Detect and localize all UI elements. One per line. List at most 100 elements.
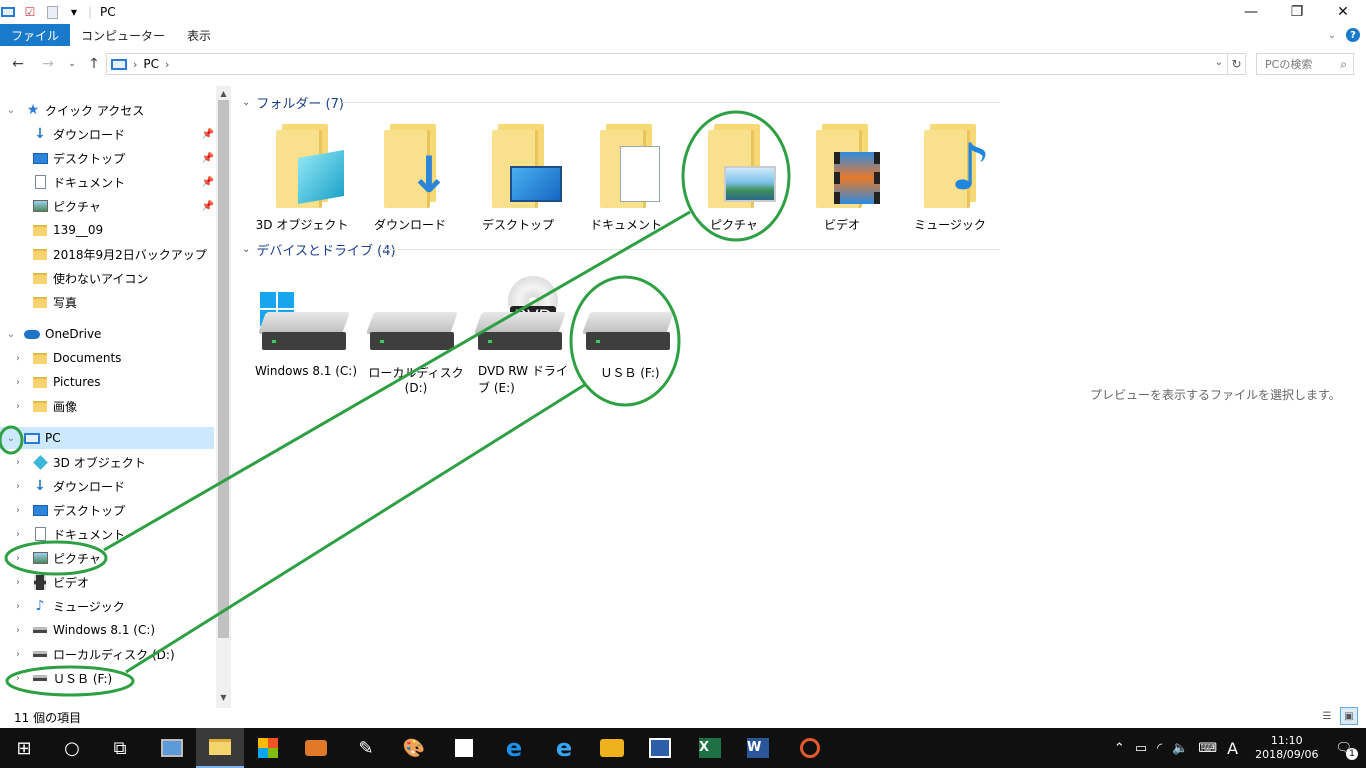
recent-locations-button[interactable]: ⌄ <box>60 52 84 76</box>
nav-pc-pictures[interactable]: › ピクチャ <box>0 547 214 569</box>
paint-palette-icon[interactable]: ✎ <box>342 728 390 768</box>
dictionary-app-icon[interactable] <box>636 728 684 768</box>
battery-icon[interactable]: ▭ <box>1135 741 1147 756</box>
store-icon[interactable] <box>244 728 292 768</box>
monitor-icon[interactable] <box>0 4 16 20</box>
cortana-search-icon[interactable]: ○ <box>48 728 96 768</box>
excel-icon[interactable]: X <box>686 728 734 768</box>
nav-pc-3d-objects[interactable]: › 3D オブジェクト <box>0 451 214 473</box>
paint-icon[interactable]: 🎨 <box>390 728 438 768</box>
media-app-icon[interactable] <box>786 728 834 768</box>
restore-button[interactable]: ❐ <box>1274 0 1320 24</box>
breadcrumb-chevron-icon[interactable]: › <box>165 58 169 71</box>
drive-tile-c[interactable]: Windows 8.1 (C:) <box>254 286 358 396</box>
large-icons-view-icon[interactable]: ▣ <box>1340 707 1358 725</box>
keyboard-icon[interactable]: ⌨ <box>1198 741 1217 756</box>
tab-computer[interactable]: コンピューター <box>70 24 176 46</box>
nav-pc-music[interactable]: › ♪ ミュージック <box>0 595 214 617</box>
nav-pc-documents[interactable]: › ドキュメント <box>0 523 214 545</box>
back-button[interactable]: ← <box>6 52 30 76</box>
picture-icon <box>32 552 48 564</box>
search-input[interactable]: PCの検索 ⌕ <box>1256 53 1354 75</box>
address-dropdown-icon[interactable]: ⌄ <box>1215 57 1223 68</box>
clock[interactable]: 11:10 2018/09/06 <box>1255 734 1318 762</box>
nav-pc[interactable]: ⌄ PC <box>0 427 214 449</box>
help-icon[interactable]: ? <box>1346 28 1360 42</box>
up-button[interactable]: ↑ <box>82 52 106 76</box>
drive-tile-d[interactable]: ローカルディスク (D:) <box>362 286 466 396</box>
expand-ribbon-icon[interactable]: ⌄ <box>1328 30 1336 41</box>
volume-mute-icon[interactable]: 🔈 <box>1172 741 1188 756</box>
breadcrumb-pc[interactable]: PC <box>143 57 159 71</box>
details-view-icon[interactable]: ☰ <box>1318 707 1336 725</box>
nav-quick-documents[interactable]: ドキュメント 📌 <box>0 171 214 193</box>
nav-pc-downloads[interactable]: › ↓ ダウンロード <box>0 475 214 497</box>
nav-quick-desktop[interactable]: デスクトップ 📌 <box>0 147 214 169</box>
folders-group-header[interactable]: ⌄ フォルダー (7) <box>242 93 344 112</box>
task-view-icon[interactable]: ⧉ <box>96 728 144 768</box>
usb-drive-icon <box>581 312 675 352</box>
drive-tile-e[interactable]: DVD DVD RW ドライブ (E:) <box>470 276 574 396</box>
pin-icon[interactable]: 📌 <box>202 129 214 140</box>
app-icon[interactable] <box>148 728 196 768</box>
document-icon <box>34 175 46 189</box>
scroll-down-icon[interactable]: ▼ <box>216 690 231 704</box>
nav-quick-downloads[interactable]: ↓ ダウンロード 📌 <box>0 123 214 145</box>
internet-explorer-icon[interactable]: e <box>540 728 588 768</box>
nav-pc-desktop[interactable]: › デスクトップ <box>0 499 214 521</box>
scroll-up-icon[interactable]: ▲ <box>216 86 231 100</box>
collapse-chevron-icon[interactable]: ⌄ <box>242 244 250 255</box>
sticky-notes-icon[interactable] <box>440 728 488 768</box>
properties-icon[interactable]: ☑ <box>22 4 38 20</box>
tab-view[interactable]: 表示 <box>176 24 222 46</box>
address-bar[interactable]: › PC › ⌄ <box>106 53 1228 75</box>
nav-scroll-thumb[interactable] <box>218 100 229 638</box>
close-button[interactable]: ✕ <box>1320 0 1366 24</box>
customize-dropdown-icon[interactable]: ▼ <box>66 4 82 20</box>
folder-tile-music[interactable]: ♪ ミュージック <box>898 116 1002 236</box>
toolbox-icon[interactable] <box>292 728 340 768</box>
devices-group-header[interactable]: ⌄ デバイスとドライブ (4) <box>242 240 396 259</box>
nav-quick-folder-backup[interactable]: 2018年9月2日バックアップ <box>0 243 214 265</box>
collapse-chevron-icon[interactable]: ⌄ <box>242 97 250 108</box>
folder-tile-videos[interactable]: ビデオ <box>790 116 894 236</box>
nav-onedrive-images[interactable]: › 画像 <box>0 395 214 417</box>
minimize-button[interactable]: — <box>1228 0 1274 24</box>
nav-quick-access[interactable]: ⌄ ★ クイック アクセス <box>0 99 214 121</box>
nav-pc-drive-c[interactable]: › Windows 8.1 (C:) <box>0 619 214 641</box>
pin-icon[interactable]: 📌 <box>202 177 214 188</box>
nav-onedrive-documents[interactable]: › Documents <box>0 347 214 369</box>
nav-pc-drive-f[interactable]: › ＵＳＢ (F:) <box>0 667 214 689</box>
new-folder-icon[interactable] <box>44 4 60 20</box>
nav-quick-folder-139[interactable]: 139__09 <box>0 219 214 241</box>
nav-onedrive-pictures[interactable]: › Pictures <box>0 371 214 393</box>
photo-app-icon[interactable] <box>588 728 636 768</box>
wifi-icon[interactable]: ◜ <box>1157 741 1162 756</box>
edge-browser-icon[interactable]: e <box>490 728 538 768</box>
show-hidden-icons-chevron-icon[interactable]: ⌃ <box>1114 741 1125 756</box>
nav-pc-drive-d[interactable]: › ローカルディスク (D:) <box>0 643 214 665</box>
start-windows-icon[interactable]: ⊞ <box>0 728 48 768</box>
folder-tile-documents[interactable]: ドキュメント <box>574 116 678 236</box>
action-center-icon[interactable]: 🗨 1 <box>1335 741 1358 760</box>
folder-tile-3d-objects[interactable]: 3D オブジェクト <box>250 116 354 236</box>
folder-tile-desktop[interactable]: デスクトップ <box>466 116 570 236</box>
folder-tile-downloads[interactable]: ↓ ダウンロード <box>358 116 462 236</box>
drive-tile-f[interactable]: ＵＳＢ (F:) <box>578 286 682 396</box>
word-icon[interactable]: W <box>734 728 782 768</box>
nav-quick-pictures[interactable]: ピクチャ 📌 <box>0 195 214 217</box>
folder-tile-pictures[interactable]: ピクチャ <box>682 116 786 236</box>
forward-button[interactable]: → <box>36 52 60 76</box>
breadcrumb-chevron-icon[interactable]: › <box>133 58 137 71</box>
pin-icon[interactable]: 📌 <box>202 153 214 164</box>
file-explorer-icon[interactable] <box>196 728 244 768</box>
nav-onedrive[interactable]: ⌄ OneDrive <box>0 323 214 345</box>
ime-indicator[interactable]: A <box>1227 739 1238 758</box>
pin-icon[interactable]: 📌 <box>202 201 214 212</box>
tab-file[interactable]: ファイル <box>0 24 71 46</box>
nav-quick-folder-photos[interactable]: 写真 <box>0 291 214 313</box>
refresh-button[interactable]: ↻ <box>1228 53 1246 75</box>
nav-pc-videos[interactable]: › ビデオ <box>0 571 214 593</box>
drive-icon <box>365 312 459 352</box>
nav-quick-folder-unused-icons[interactable]: 使わないアイコン <box>0 267 214 289</box>
